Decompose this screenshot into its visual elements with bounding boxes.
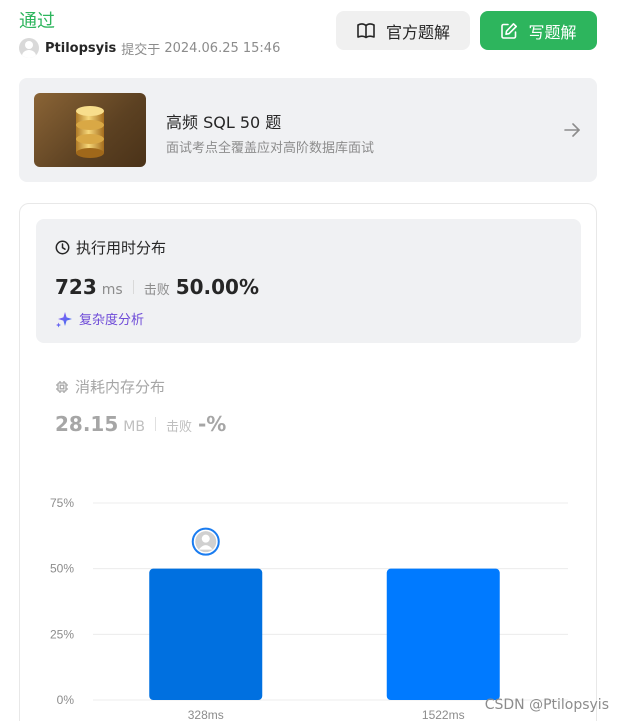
x-tick-label: 328ms	[188, 708, 224, 721]
x-tick-label: 1522ms	[422, 708, 465, 721]
chart-bar[interactable]	[386, 568, 500, 700]
y-tick-label: 50%	[50, 562, 74, 576]
y-tick-label: 75%	[50, 496, 74, 510]
user-avatar-marker	[191, 527, 220, 556]
runtime-distribution-chart: 0% 25% 50% 75% 328ms 1522ms	[50, 496, 568, 721]
y-tick-label: 25%	[50, 627, 74, 641]
watermark: CSDN @Ptilopsyis	[484, 697, 609, 713]
chart-bar[interactable]	[149, 568, 263, 700]
y-tick-label: 0%	[57, 693, 75, 707]
